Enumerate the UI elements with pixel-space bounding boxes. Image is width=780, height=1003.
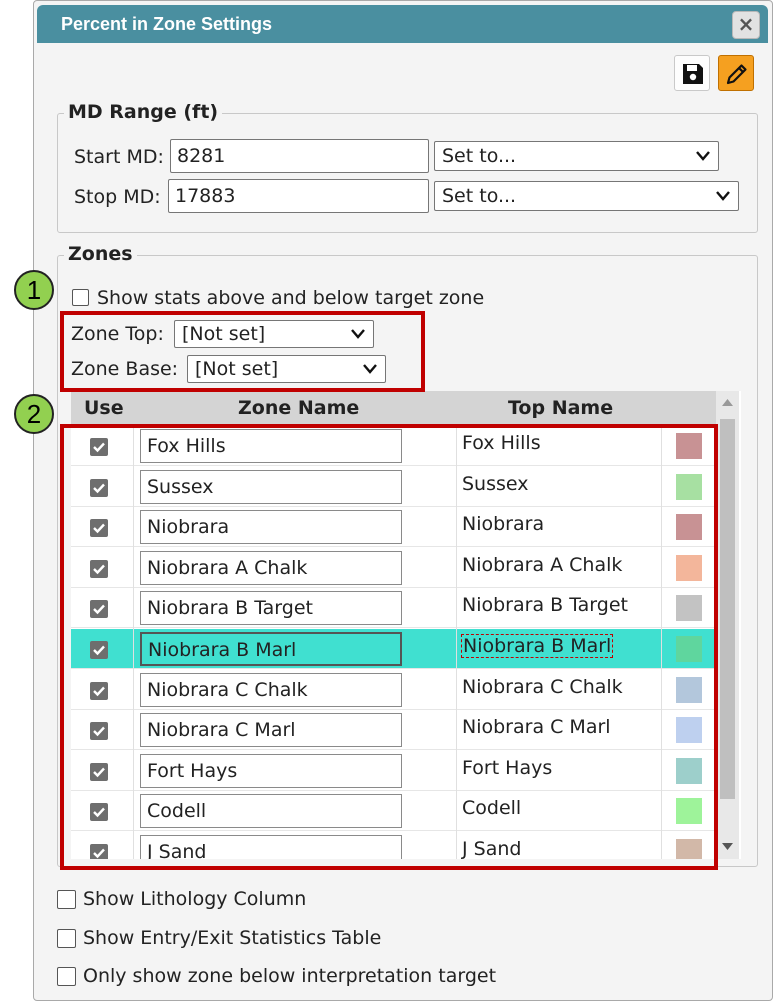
zone-selectors-highlight-box — [60, 311, 425, 392]
pencil-icon — [726, 64, 747, 85]
zone-name-column-header[interactable]: Zone Name — [238, 397, 359, 419]
start-md-set-select[interactable]: Set to... — [434, 141, 719, 171]
start-md-set-value: Set to... — [442, 145, 517, 167]
scroll-down-icon[interactable] — [722, 843, 733, 850]
show-entry-exit-label: Show Entry/Exit Statistics Table — [83, 927, 382, 949]
chevron-down-icon — [696, 151, 710, 161]
scroll-up-icon[interactable] — [722, 399, 733, 406]
callout-1-badge: 1 — [14, 270, 54, 310]
show-stats-checkbox[interactable] — [72, 289, 89, 306]
start-md-label: Start MD: — [74, 146, 164, 168]
dialog-titlebar[interactable]: Percent in Zone Settings × — [37, 5, 768, 43]
edit-button[interactable] — [718, 55, 754, 91]
close-button[interactable]: × — [732, 11, 760, 39]
save-button[interactable] — [674, 55, 710, 91]
callout-2-badge: 2 — [14, 394, 54, 434]
grid-scrollbar[interactable] — [716, 391, 739, 859]
only-below-target-label: Only show zone below interpretation targ… — [83, 965, 497, 987]
show-lithology-checkbox[interactable] — [57, 890, 76, 909]
stop-md-label: Stop MD: — [74, 186, 161, 208]
show-lithology-label: Show Lithology Column — [83, 888, 307, 910]
top-name-column-header[interactable]: Top Name — [508, 397, 613, 419]
floppy-disk-icon — [683, 64, 703, 84]
use-column-header[interactable]: Use — [84, 397, 124, 419]
start-md-input[interactable]: 8281 — [170, 139, 429, 173]
stop-md-set-select[interactable]: Set to... — [434, 181, 739, 211]
show-stats-label: Show stats above and below target zone — [97, 287, 485, 309]
grid-header: Use Zone Name Top Name — [71, 391, 716, 426]
zones-legend: Zones — [64, 243, 137, 265]
show-entry-exit-checkbox[interactable] — [57, 929, 76, 948]
md-range-group — [57, 113, 758, 233]
zones-grid-highlight-box — [60, 424, 718, 870]
scrollbar-thumb[interactable] — [720, 419, 735, 799]
only-below-target-checkbox[interactable] — [57, 967, 76, 986]
dialog-title: Percent in Zone Settings — [61, 14, 273, 34]
stop-md-input[interactable]: 17883 — [168, 179, 429, 213]
md-range-legend: MD Range (ft) — [64, 101, 223, 123]
stop-md-set-value: Set to... — [442, 185, 517, 207]
chevron-down-icon — [716, 191, 730, 201]
